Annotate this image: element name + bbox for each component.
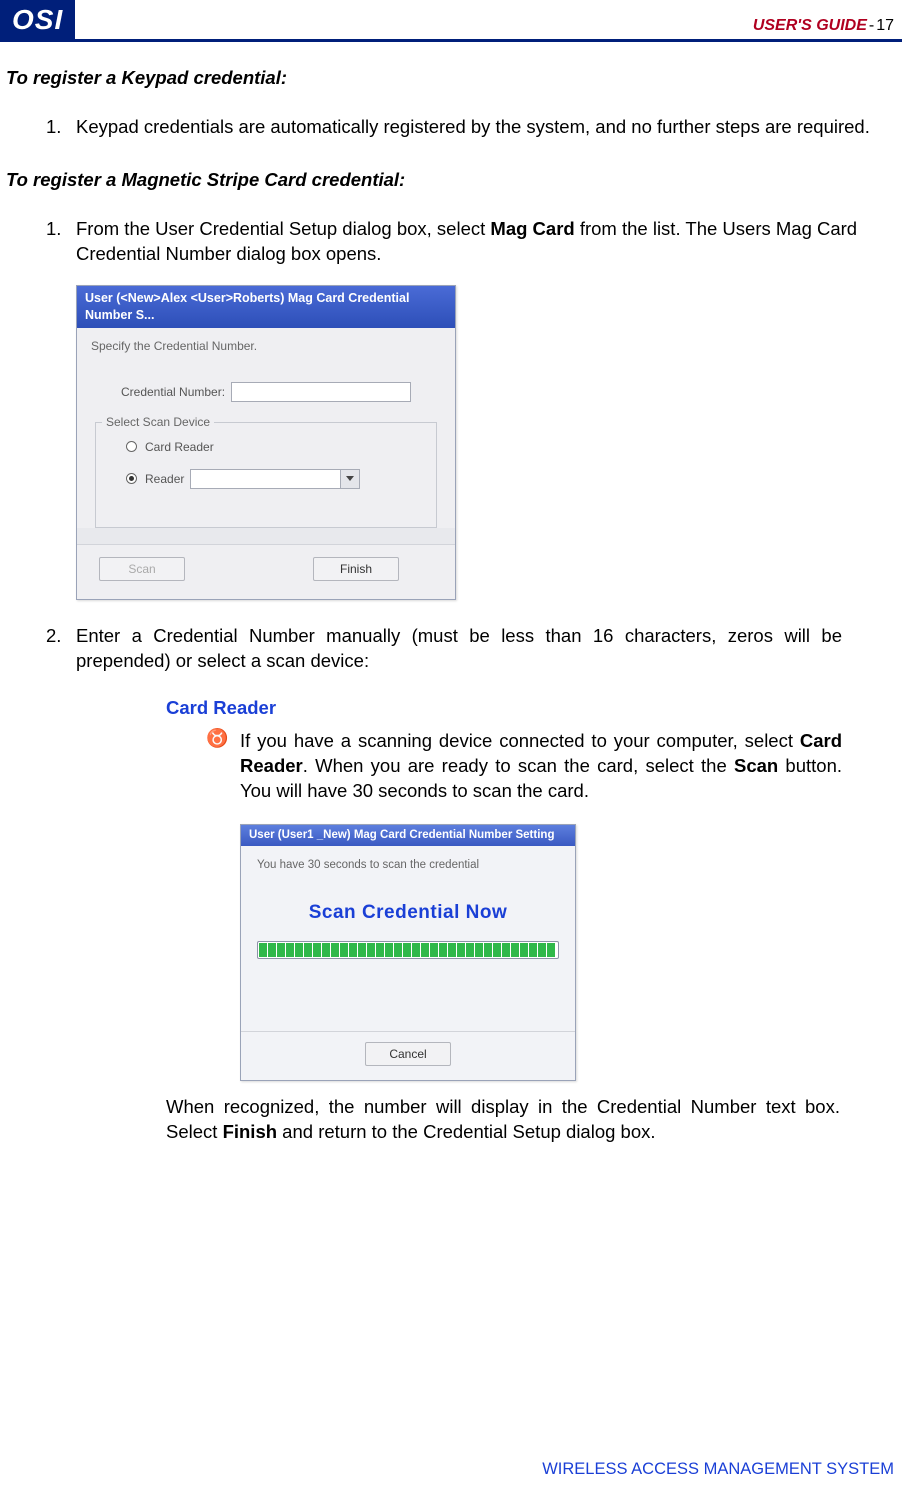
page-content: To register a Keypad credential: 1. Keyp… [0,42,902,1145]
section-keypad-heading: To register a Keypad credential: [6,66,896,91]
chevron-down-icon [346,476,354,481]
bullet-text: If you have a scanning device connected … [240,729,896,804]
text-bold: Mag Card [490,218,574,239]
paragraph: When recognized, the number will display… [166,1095,896,1145]
text: If you have a scanning device connected … [240,730,800,751]
page-header: OSI USER'S GUIDE - 17 [0,0,902,42]
group-legend: Select Scan Device [102,414,214,430]
credential-number-input[interactable] [231,382,411,402]
page-sep: - [869,17,874,35]
credential-number-dialog: User (<New>Alex <User>Roberts) Mag Card … [76,285,456,600]
list-number: 2. [46,624,76,674]
dialog-titlebar: User (<New>Alex <User>Roberts) Mag Card … [77,286,455,328]
list-number: 1. [46,115,76,140]
bullet-icon: ♉ [206,729,240,804]
reader-select[interactable] [190,469,360,489]
radio-card-reader[interactable]: Card Reader [126,439,426,455]
page-number: 17 [876,17,894,35]
bullet-item: ♉ If you have a scanning device connecte… [206,729,896,804]
footer-label: WIRELESS ACCESS MANAGEMENT SYSTEM [542,1460,894,1479]
radio-icon [126,473,137,484]
radio-label: Card Reader [145,439,214,455]
scan-device-group: Select Scan Device Card Reader Reader [95,422,437,528]
header-right: USER'S GUIDE - 17 [753,0,902,39]
list-text: Enter a Credential Number manually (must… [76,624,896,674]
dialog-instruction: You have 30 seconds to scan the credenti… [257,858,559,874]
text-bold: Scan [734,755,778,776]
cancel-button[interactable]: Cancel [365,1042,451,1066]
logo: OSI [0,0,75,39]
finish-button[interactable]: Finish [313,557,399,581]
list-text: From the User Credential Setup dialog bo… [76,217,896,267]
scan-credential-dialog: User (User1 _New) Mag Card Credential Nu… [240,824,576,1082]
list-text: Keypad credentials are automatically reg… [76,115,896,140]
scan-button[interactable]: Scan [99,557,185,581]
text: From the User Credential Setup dialog bo… [76,218,490,239]
card-reader-heading: Card Reader [166,696,896,721]
text: . When you are ready to scan the card, s… [303,755,734,776]
radio-reader[interactable]: Reader [126,469,426,489]
list-item: 1. From the User Credential Setup dialog… [46,217,896,267]
radio-label: Reader [145,471,184,487]
progress-bar [257,941,559,959]
credential-number-label: Credential Number: [121,384,231,400]
list-item: 2. Enter a Credential Number manually (m… [46,624,896,674]
radio-icon [126,441,137,452]
text-bold: Finish [223,1121,277,1142]
guide-label: USER'S GUIDE [753,17,867,35]
scan-now-label: Scan Credential Now [257,900,559,926]
text: and return to the Credential Setup dialo… [277,1121,655,1142]
section-magstripe-heading: To register a Magnetic Stripe Card crede… [6,168,896,193]
list-number: 1. [46,217,76,267]
dialog-instruction: Specify the Credential Number. [91,338,441,354]
dialog-titlebar: User (User1 _New) Mag Card Credential Nu… [241,825,575,847]
list-item: 1. Keypad credentials are automatically … [46,115,896,140]
